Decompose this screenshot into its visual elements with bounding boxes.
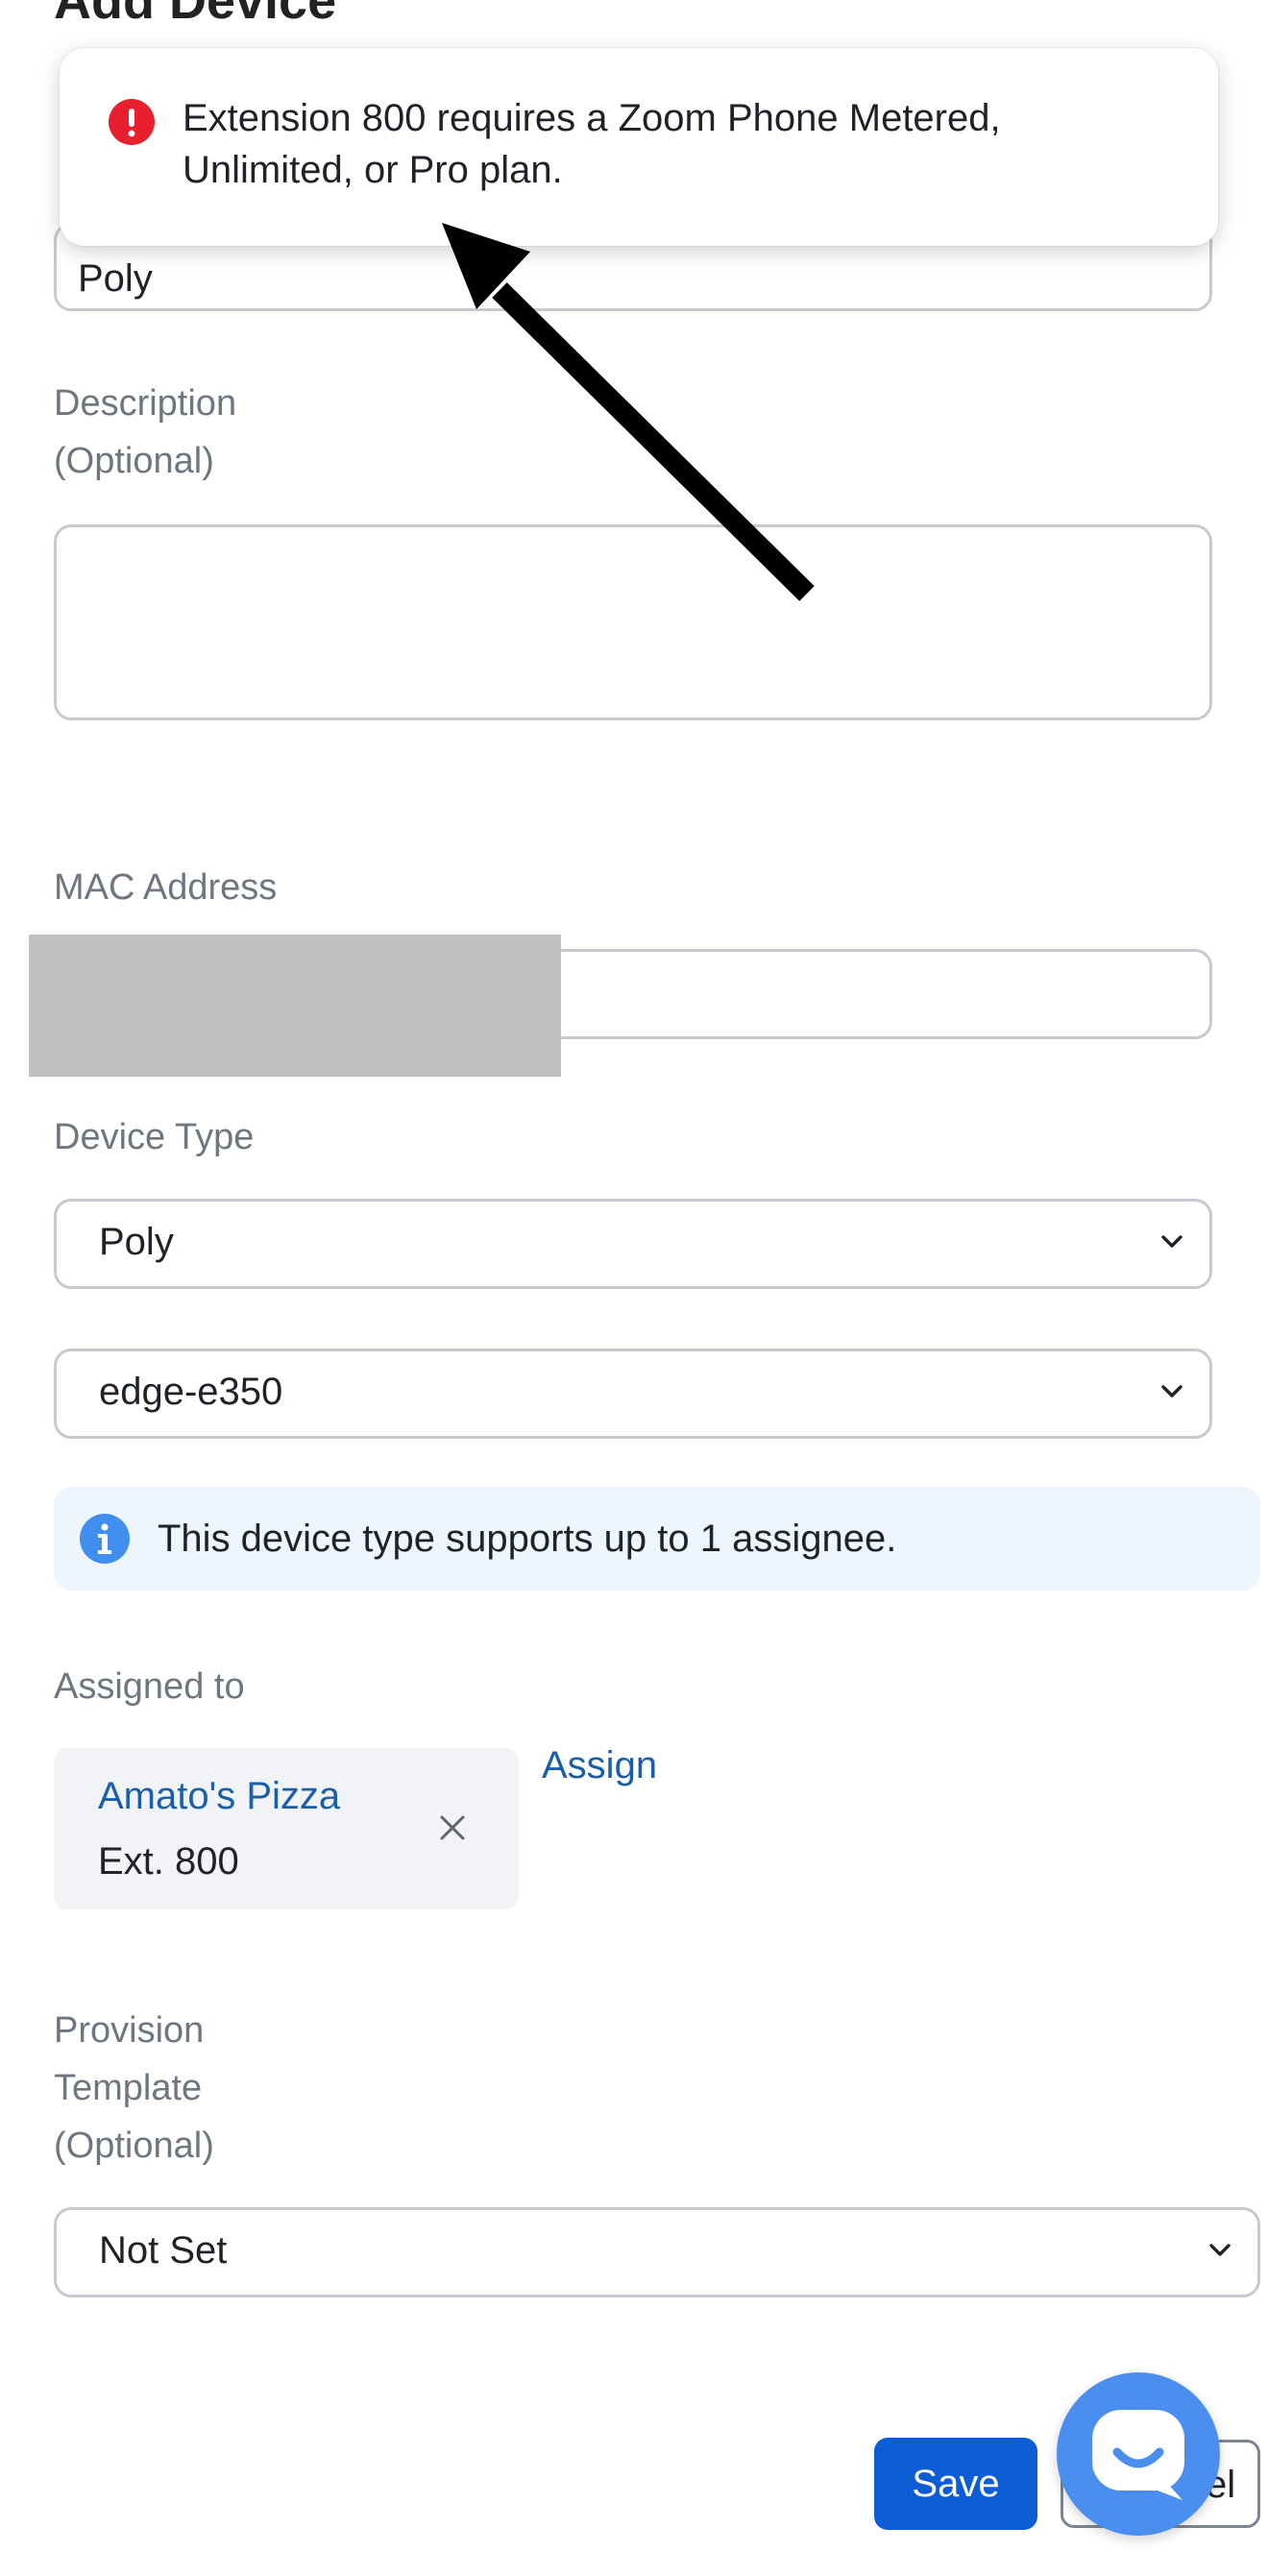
info-text: This device type supports up to 1 assign… <box>158 1518 897 1560</box>
page-title: Add Device <box>54 0 337 30</box>
assignee-name-link[interactable]: Amato's Pizza <box>98 1775 340 1818</box>
chevron-down-icon <box>1209 2244 1231 2256</box>
device-name-value: Poly <box>78 257 153 300</box>
toast-message: Extension 800 requires a Zoom Phone Mete… <box>183 97 1001 191</box>
assignee-limit-info: This device type supports up to 1 assign… <box>54 1487 1260 1591</box>
assignee-chip: Amato's Pizza Ext. 800 <box>54 1748 519 1909</box>
mac-address-label: MAC Address <box>54 867 278 908</box>
assign-link[interactable]: Assign <box>542 1744 657 1787</box>
info-icon <box>80 1514 130 1564</box>
chat-icon <box>1092 2410 1184 2500</box>
model-value: edge-e350 <box>99 1371 283 1413</box>
model-select[interactable]: edge-e350 <box>54 1349 1212 1439</box>
chevron-down-icon <box>1161 1385 1183 1397</box>
chat-button[interactable] <box>1057 2372 1220 2536</box>
manufacturer-select[interactable]: Poly <box>54 1199 1212 1289</box>
provision-template-label: Provision Template (Optional) <box>54 2010 214 2166</box>
description-label: Description (Optional) <box>54 383 237 481</box>
provision-template-select[interactable]: Not Set <box>54 2207 1260 2297</box>
description-textarea[interactable] <box>54 524 1212 720</box>
chevron-down-icon <box>1161 1235 1183 1248</box>
redaction-block <box>29 935 561 1077</box>
assignee-extension: Ext. 800 <box>98 1840 239 1883</box>
save-button[interactable]: Save <box>874 2438 1037 2530</box>
manufacturer-value: Poly <box>99 1221 174 1263</box>
close-icon[interactable] <box>436 1811 469 1844</box>
assigned-to-label: Assigned to <box>54 1666 245 1707</box>
error-toast: Extension 800 requires a Zoom Phone Mete… <box>60 48 1218 246</box>
error-icon <box>109 99 155 145</box>
provision-template-value: Not Set <box>99 2229 228 2272</box>
device-type-label: Device Type <box>54 1117 255 1157</box>
